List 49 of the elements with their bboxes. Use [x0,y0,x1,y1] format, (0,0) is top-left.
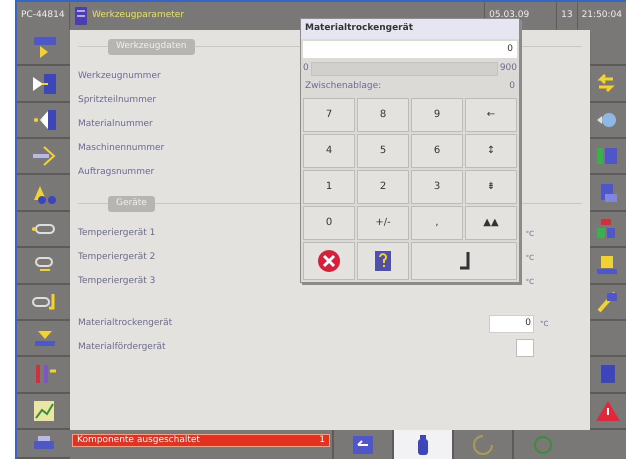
key-button[interactable]: ▲▲ [465,206,517,240]
field-label: Maschinennummer [78,142,164,156]
key-button[interactable]: +/- [357,206,409,240]
key-button[interactable]: 0 [303,206,355,240]
status-message: Komponente ausgeschaltet [77,434,200,447]
field-label: Auftragsnummer [78,166,154,180]
screen-title: Werkzeugparameter [92,9,184,22]
field-label: Materialtrockengerät [78,317,172,330]
min-label: 0 [303,62,309,76]
field-label: Materialnummer [78,118,153,132]
key-button[interactable]: ← [465,98,517,132]
cycle-icon [470,432,496,456]
field-label: Temperiergerät 2 [78,251,156,264]
enter-icon [457,250,471,270]
field-label: Spritzteilnummer [78,94,156,108]
key-button[interactable]: , [411,206,463,240]
shift-label: 13 [561,9,573,22]
clipboard-label: Zwischenablage: [305,80,382,93]
max-label: 900 [500,62,517,76]
key-button[interactable]: ⇟ [465,170,517,204]
group-title: Werkzeugdaten [108,39,194,54]
tab-button[interactable] [392,430,452,459]
field-label: Temperiergerät 1 [78,227,156,240]
key-button[interactable]: ↕ [465,134,517,168]
dialog-title: Materialtrockengerät [301,19,519,38]
key-button[interactable]: 3 [411,170,463,204]
key-button[interactable]: 1 [303,170,355,204]
cancel-icon [317,248,341,272]
field-label: Temperiergerät 3 [78,275,156,288]
field-label: Werkzeugnummer [78,70,161,84]
group-title: Geräte [108,196,155,212]
cancel-button[interactable] [303,242,355,280]
key-button[interactable]: 6 [411,134,463,168]
value-field[interactable]: 0 [489,315,534,333]
checkbox[interactable] [516,339,534,357]
key-button[interactable]: 9 [411,98,463,132]
help-button[interactable] [357,242,409,280]
key-button[interactable]: 8 [357,98,409,132]
key-button[interactable]: 7 [303,98,355,132]
field-label: Materialfördergerät [78,341,166,354]
key-button[interactable]: 5 [357,134,409,168]
time-label: 21:50:04 [582,9,622,22]
status-count: 1 [319,434,325,447]
document-icon [74,6,88,26]
clipboard-value: 0 [509,80,515,93]
station-label: PC-44814 [21,9,65,22]
key-button[interactable]: 4 [303,134,355,168]
value-input[interactable]: 0 [303,40,517,58]
key-button[interactable]: 2 [357,170,409,204]
